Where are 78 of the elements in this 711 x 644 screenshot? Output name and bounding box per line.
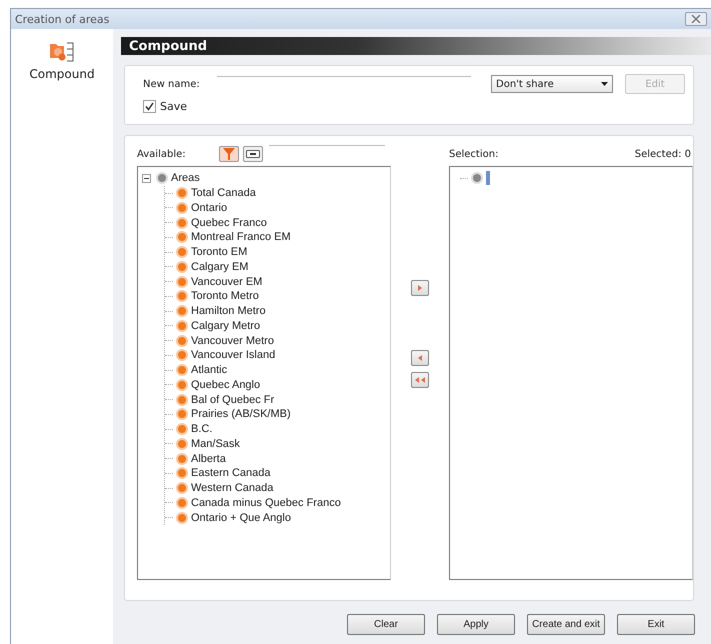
tree-item[interactable]: Quebec Franco: [191, 216, 267, 229]
tree-item[interactable]: Ontario: [191, 202, 228, 214]
close-button[interactable]: [685, 12, 707, 26]
area-node-icon: [176, 231, 188, 244]
checkbox-label: Save: [160, 100, 188, 113]
area-node-icon: [176, 187, 188, 200]
area-node-icon: [176, 216, 188, 229]
area-node-icon: [176, 290, 188, 302]
tree-item[interactable]: Toronto Metro: [191, 290, 259, 302]
collapse-toggle[interactable]: [142, 174, 151, 183]
list-label: Selection:: [449, 148, 498, 160]
tree-item[interactable]: Prairies (AB/SK/MB): [191, 408, 291, 420]
tree-item[interactable]: Western Canada: [191, 482, 274, 494]
header-title: Compound: [129, 38, 208, 54]
area-node-icon: [176, 349, 188, 362]
area-node-icon: [176, 378, 188, 391]
double-left-arrow-icon: [414, 376, 426, 384]
area-node-icon: [176, 394, 188, 406]
tree-item[interactable]: Total Canada: [191, 187, 256, 200]
tree-item[interactable]: B.C.: [191, 423, 212, 436]
area-node-icon: [176, 202, 188, 214]
area-node-icon: [176, 276, 188, 288]
save-checkbox[interactable]: [143, 100, 156, 113]
area-node-icon: [176, 496, 188, 509]
toggle-button[interactable]: [243, 146, 263, 162]
dialog-button[interactable]: Create and exit: [527, 614, 605, 635]
area-node-icon: [176, 320, 188, 332]
area-node-icon: [176, 467, 188, 480]
area-node-icon: [176, 408, 188, 420]
sidebar-item[interactable]: Compound: [11, 39, 113, 83]
right-arrow-icon: [416, 284, 424, 292]
window-title: Creation of areas: [15, 12, 110, 26]
filter-icon: [223, 148, 235, 160]
list-label: Available:: [137, 148, 187, 160]
tree-item[interactable]: Calgary EM: [191, 260, 248, 273]
dialog-button[interactable]: Apply: [437, 614, 515, 635]
tree-item[interactable]: Hamilton Metro: [191, 305, 266, 318]
tree-item[interactable]: Quebec Anglo: [191, 378, 260, 391]
dialog-button[interactable]: Clear: [347, 614, 425, 635]
tree-item[interactable]: Eastern Canada: [191, 467, 270, 480]
area-node-icon: [176, 260, 188, 273]
area-node-icon: [176, 423, 188, 436]
area-node-icon: [176, 482, 188, 494]
area-node-icon: [176, 364, 188, 376]
add-button[interactable]: [411, 280, 429, 296]
remove-button[interactable]: [411, 350, 429, 366]
text-cursor: [486, 171, 490, 185]
selected-count: Selected: 0: [634, 148, 691, 160]
tree-item[interactable]: Vancouver Island: [191, 349, 276, 362]
tree-item[interactable]: Vancouver EM: [191, 276, 262, 288]
tree-item[interactable]: Alberta: [191, 452, 226, 465]
tree-item[interactable]: Calgary Metro: [191, 320, 260, 332]
area-node-icon: [176, 334, 188, 347]
tree-item[interactable]: Man/Sask: [191, 438, 240, 450]
tree-item[interactable]: Bal of Quebec Fr: [191, 394, 274, 406]
area-node-icon: [176, 305, 188, 318]
root-node-icon: [471, 172, 483, 184]
area-node-icon: [176, 438, 188, 450]
area-node-icon: [176, 512, 188, 524]
tree-item[interactable]: Montreal Franco EM: [191, 231, 291, 244]
folder-list-icon: [49, 41, 75, 63]
field-label: New name:: [143, 78, 201, 90]
toggle-icon: [246, 150, 260, 158]
dropdown-arrow-icon: [601, 82, 608, 86]
close-icon: [691, 15, 701, 23]
remove-all-button[interactable]: [411, 372, 429, 388]
tree-item[interactable]: Toronto EM: [191, 246, 248, 258]
area-node-icon: [176, 452, 188, 465]
group-node-icon: [156, 172, 168, 184]
tree-item[interactable]: Canada minus Quebec Franco: [191, 496, 341, 509]
tree-item[interactable]: Ontario + Que Anglo: [191, 512, 291, 524]
tree-item[interactable]: Atlantic: [191, 364, 228, 376]
left-arrow-icon: [416, 354, 424, 362]
share-dropdown[interactable]: Don't share: [491, 75, 613, 93]
tree-item[interactable]: Vancouver Metro: [191, 334, 274, 347]
dialog-button[interactable]: Exit: [617, 614, 695, 635]
area-node-icon: [176, 246, 188, 258]
tree-item[interactable]: Areas: [171, 172, 200, 184]
